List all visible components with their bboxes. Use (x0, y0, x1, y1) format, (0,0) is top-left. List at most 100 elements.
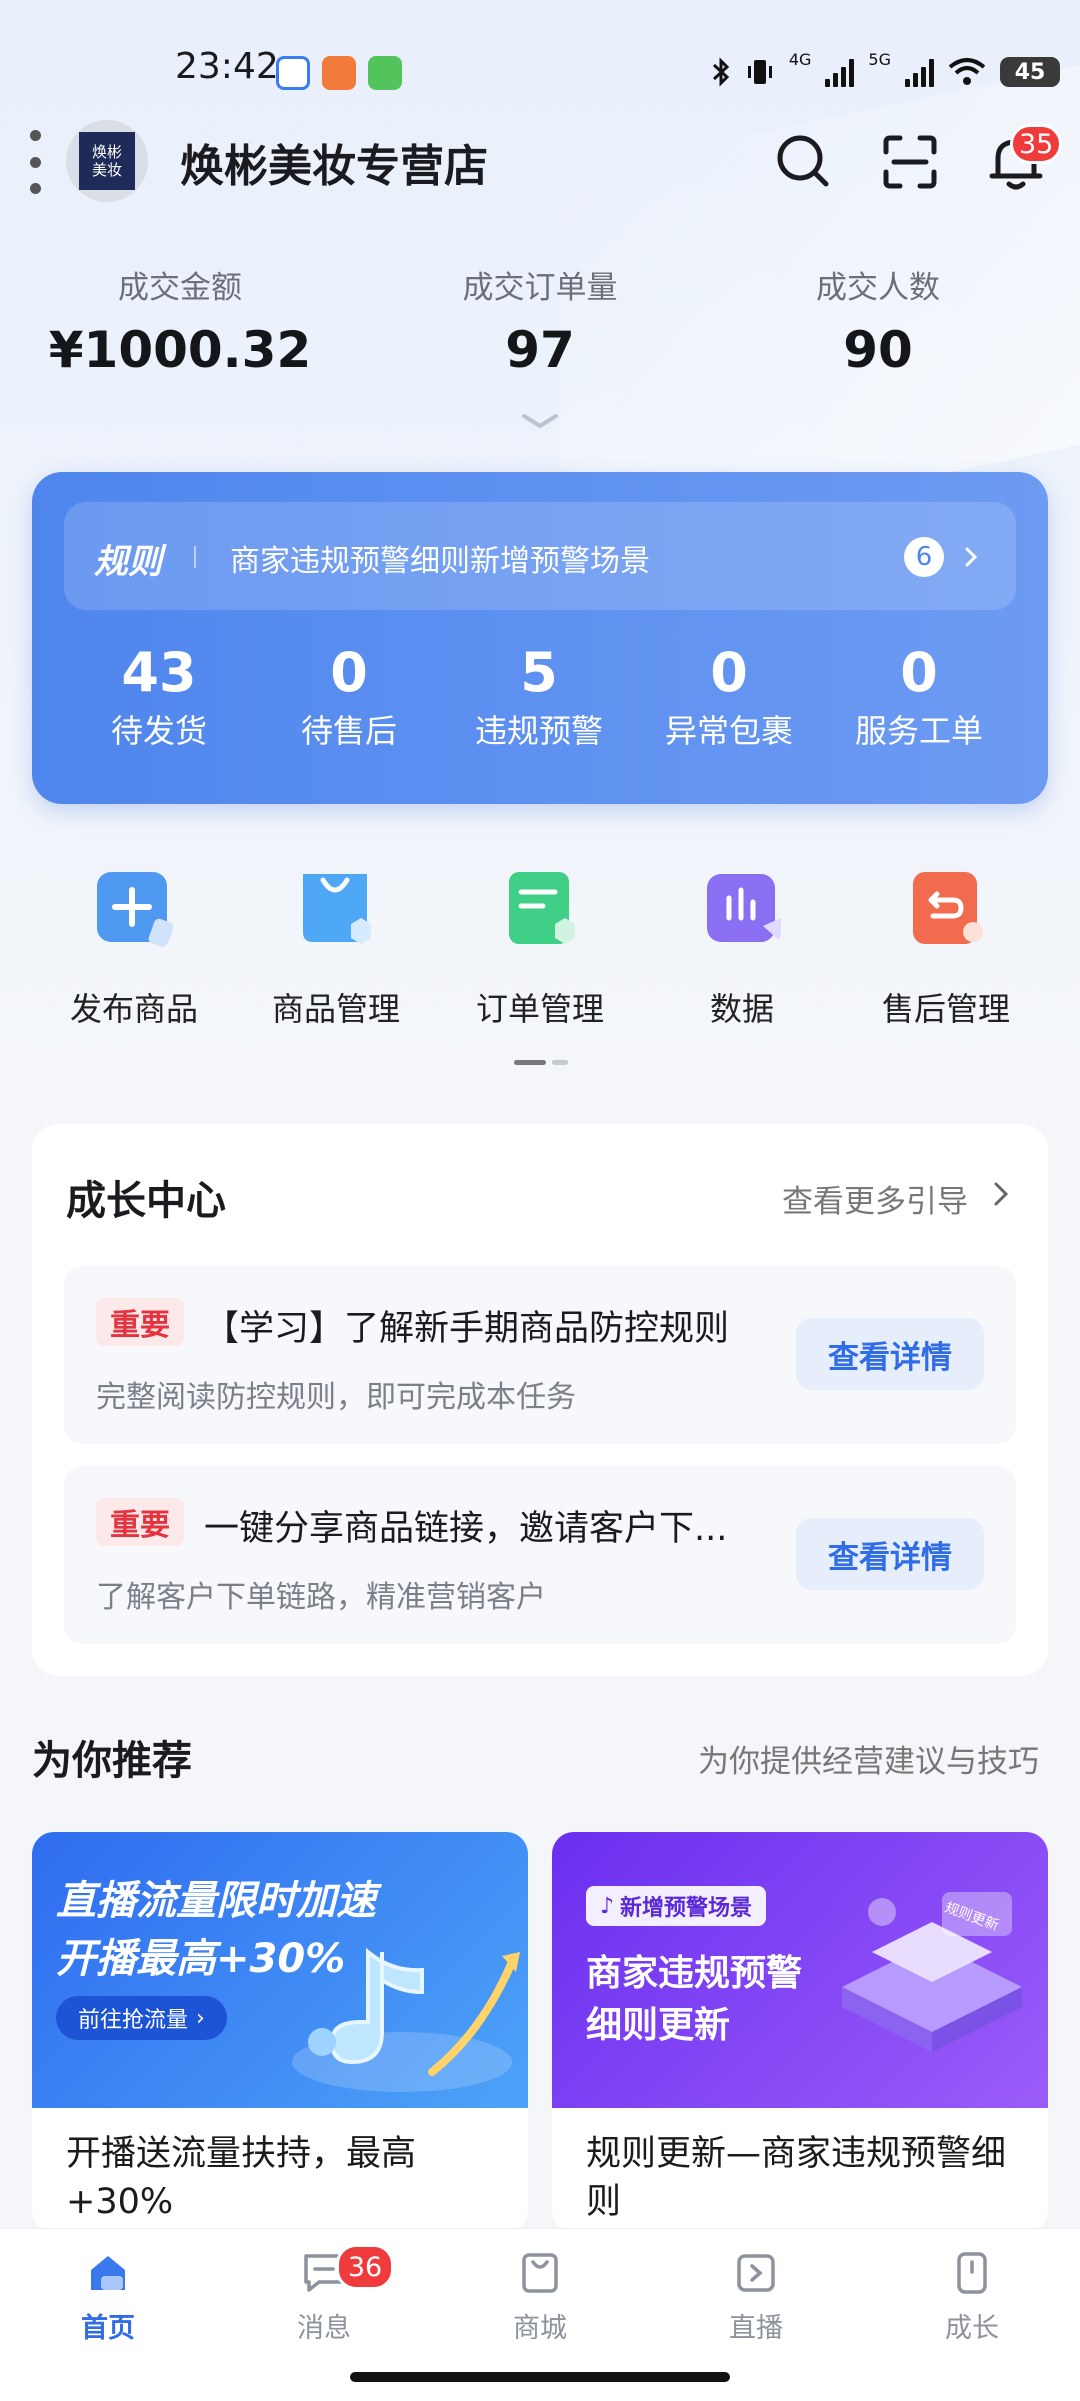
card-caption: 开播送流量扶持，最高+30% (66, 2134, 417, 2222)
metric-value: 43 (121, 641, 197, 704)
message-badge: 36 (336, 2244, 394, 2290)
action-order-management[interactable]: 订单管理 (450, 870, 630, 1030)
important-tag: 重要 (96, 1298, 184, 1346)
tab-label: 首页 (81, 2313, 135, 2344)
stat-label: 成交人数 (816, 270, 940, 306)
metric-label: 服务工单 (854, 712, 983, 750)
section-title: 成长中心 (66, 1178, 226, 1224)
new-scene-tag: ♪ 新增预警场景 (586, 1886, 767, 1926)
view-more-link[interactable]: 查看更多引导 (782, 1176, 968, 1221)
tab-home[interactable]: 首页 (38, 2250, 178, 2345)
isometric-platform-graphic (842, 1892, 1022, 2052)
bluetooth-icon (712, 57, 730, 87)
notification-badge: 35 (1010, 124, 1063, 164)
new-scene-tag-label: 新增预警场景 (620, 1896, 753, 1921)
metric-label: 违规预警 (474, 712, 603, 750)
action-label: 订单管理 (475, 990, 604, 1028)
rule-count-badge: 6 (904, 537, 944, 577)
metric-value: 5 (520, 641, 558, 704)
task-subtitle: 完整阅读防控规则，即可完成本任务 (96, 1380, 576, 1415)
chevron-right-icon (965, 547, 978, 567)
app-notification-icon (276, 56, 310, 90)
tab-label: 消息 (297, 2313, 351, 2344)
metric-label: 异常包裹 (664, 712, 793, 750)
recommend-card-rules[interactable]: ♪ 新增预警场景 商家违规预警 细则更新 规则更新 规则更新—商家违规预警细则 (552, 1832, 1048, 2232)
growth-icon (957, 2252, 987, 2294)
status-time: 23:42 (175, 46, 279, 87)
network-4g-label: 4G (788, 50, 812, 69)
action-label: 售后管理 (881, 990, 1010, 1028)
rules-update-banner: ♪ 新增预警场景 商家违规预警 细则更新 规则更新 (552, 1832, 1048, 2108)
action-product-management[interactable]: 商品管理 (246, 870, 426, 1030)
network-5g-label: 5G (868, 50, 891, 69)
rule-notice-text: 商家违规预警细则新增预警场景 (230, 544, 650, 579)
metric-label: 待售后 (300, 712, 397, 750)
banner-headline: 商家违规预警 (586, 1953, 803, 1994)
chart-icon (707, 874, 781, 942)
store-avatar[interactable]: 焕彬美妆 (66, 120, 148, 202)
action-aftersale-management[interactable]: 售后管理 (856, 870, 1036, 1030)
stat-buyer-count[interactable]: 成交人数 90 (728, 262, 1028, 379)
metric-value: 0 (710, 641, 748, 704)
tab-label: 商城 (513, 2313, 567, 2344)
chevron-right-icon[interactable] (990, 1180, 1012, 1208)
stat-value: ¥1000.32 (48, 321, 312, 379)
action-label: 发布商品 (69, 990, 198, 1028)
stat-label: 成交订单量 (462, 270, 618, 306)
banner-headline-2: 细则更新 (586, 2005, 731, 2046)
stat-order-count[interactable]: 成交订单量 97 (390, 262, 690, 379)
return-icon (913, 872, 983, 944)
banner-cta-label: 前往抢流量 (78, 2008, 189, 2033)
banner-headline: 直播流量限时加速 (56, 1878, 376, 1924)
view-detail-button[interactable]: 查看详情 (796, 1518, 984, 1590)
section-title: 为你推荐 (32, 1738, 192, 1784)
shop-icon (522, 2253, 558, 2293)
task-title: 【学习】了解新手期商品防控规则 (204, 1309, 730, 1349)
metric-violation-warning[interactable]: 5 违规预警 (444, 642, 634, 752)
wifi-icon (948, 58, 986, 85)
metric-value: 0 (900, 641, 938, 704)
music-note-graphic (292, 1947, 520, 2092)
stat-value: 97 (505, 321, 575, 379)
action-data[interactable]: 数据 (652, 870, 832, 1030)
home-indicator[interactable] (350, 2372, 730, 2382)
store-logo-text: 焕彬美妆 (91, 143, 122, 179)
recommend-card-live[interactable]: 直播流量限时加速 开播最高+30% 前往抢流量 › 开播送流量扶持，最高+30% (32, 1832, 528, 2232)
tab-shop[interactable]: 商城 (470, 2250, 610, 2345)
live-icon (737, 2254, 775, 2292)
search-icon[interactable] (766, 124, 842, 200)
stat-label: 成交金额 (118, 270, 242, 306)
chevron-down-icon[interactable] (520, 412, 560, 432)
plus-icon (97, 872, 173, 948)
action-label: 商品管理 (271, 990, 400, 1028)
metric-abnormal-package[interactable]: 0 异常包裹 (634, 642, 824, 752)
tab-growth[interactable]: 成长 (902, 2250, 1042, 2345)
metric-value: 0 (330, 641, 368, 704)
card-caption: 规则更新—商家违规预警细则 (586, 2134, 1007, 2222)
page-indicator (514, 1060, 568, 1065)
live-promo-banner: 直播流量限时加速 开播最高+30% 前往抢流量 › (32, 1832, 528, 2108)
document-icon (509, 872, 575, 944)
section-subtitle: 为你提供经营建议与技巧 (698, 1744, 1039, 1780)
metric-pending-aftersale[interactable]: 0 待售后 (254, 642, 444, 752)
vibrate-icon (747, 60, 772, 84)
task-title: 一键分享商品链接，邀请客户下... (204, 1509, 728, 1549)
home-icon (91, 2256, 125, 2290)
banner-cta-button[interactable]: 前往抢流量 › (56, 1996, 227, 2040)
action-publish-product[interactable]: 发布商品 (44, 870, 224, 1030)
tab-label: 成长 (945, 2313, 999, 2344)
store-name[interactable]: 焕彬美妆专营店 (180, 130, 488, 194)
divider (194, 546, 196, 568)
tab-live[interactable]: 直播 (686, 2250, 826, 2345)
metric-pending-shipment[interactable]: 43 待发货 (64, 642, 254, 752)
menu-dots-icon[interactable] (30, 130, 44, 194)
important-tag: 重要 (96, 1498, 184, 1546)
tab-label: 直播 (729, 2313, 783, 2344)
view-detail-button[interactable]: 查看详情 (796, 1318, 984, 1390)
metric-service-ticket[interactable]: 0 服务工单 (824, 642, 1014, 752)
scan-icon[interactable] (872, 124, 948, 200)
stat-sales-amount[interactable]: 成交金额 ¥1000.32 (30, 262, 330, 379)
arrow-circle-icon: › (196, 2005, 205, 2031)
metric-label: 待发货 (110, 712, 207, 750)
rule-tag: 规则 (94, 542, 162, 582)
